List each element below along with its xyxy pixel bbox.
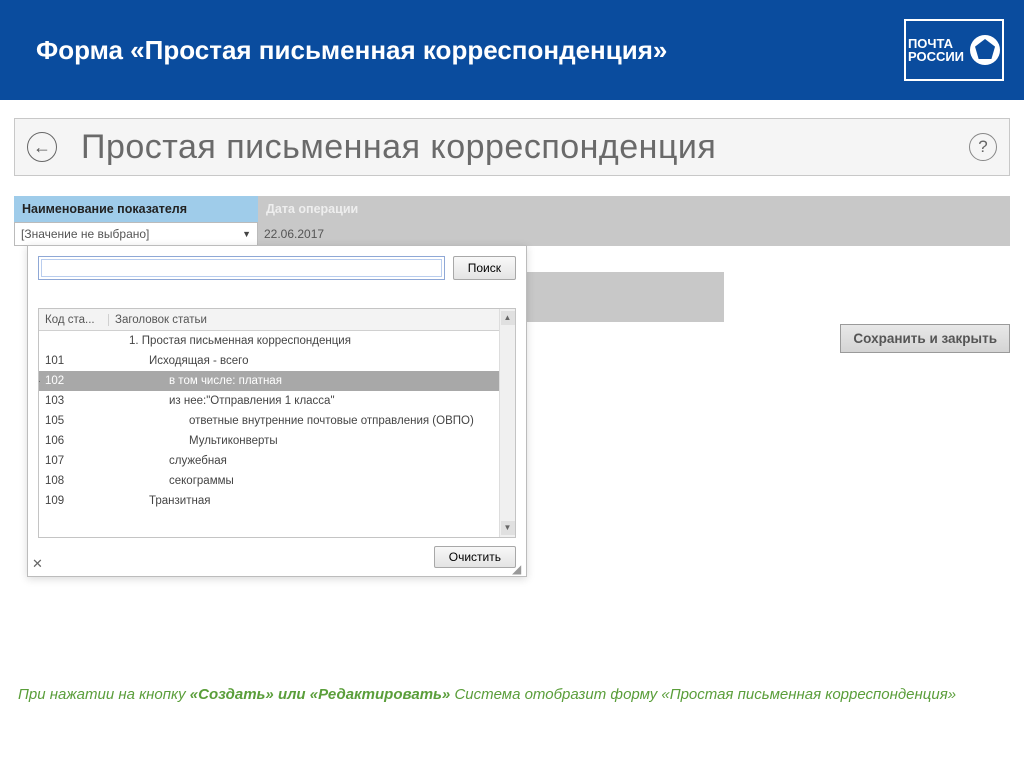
scrollbar[interactable]: ▲ ▼	[499, 309, 515, 537]
table-row[interactable]: 103из нее:"Отправления 1 класса"	[39, 391, 499, 411]
chevron-down-icon: ▼	[242, 229, 251, 239]
indicator-dropdown[interactable]: [Значение не выбрано] ▼	[14, 222, 258, 246]
resize-handle-icon[interactable]: ◢	[512, 562, 524, 574]
cell-code: 106	[39, 435, 109, 447]
arrow-left-icon: ←	[33, 137, 51, 158]
footer-rest: Система отобразит форму «Простая письмен…	[450, 686, 956, 703]
col-header-code[interactable]: Код ста...	[39, 314, 109, 326]
table-row[interactable]: 108секограммы	[39, 471, 499, 491]
footer-prefix: При нажатии на кнопку	[18, 686, 190, 703]
search-input[interactable]	[41, 259, 442, 277]
lookup-popup: Поиск Код ста... Заголовок статьи 1. Про…	[27, 245, 527, 577]
cell-title: служебная	[109, 455, 499, 467]
cell-code: 107	[39, 455, 109, 467]
cell-code: 108	[39, 475, 109, 487]
cell-code: 101	[39, 355, 109, 367]
clear-button[interactable]: Очистить	[434, 546, 516, 568]
table-row[interactable]: 1. Простая письменная корреспонденция	[39, 331, 499, 351]
indicator-label: Наименование показателя	[14, 196, 258, 222]
scroll-up-icon[interactable]: ▲	[501, 311, 515, 325]
cell-code: 105	[39, 415, 109, 427]
table-row[interactable]: 101Исходящая - всего	[39, 351, 499, 371]
cell-title: 1. Простая письменная корреспонденция	[109, 335, 499, 347]
footer-bold: «Создать» или «Редактировать»	[190, 686, 451, 703]
cell-title: Мультиконверты	[109, 435, 499, 447]
help-button[interactable]: ?	[969, 133, 997, 161]
save-and-close-button[interactable]: Сохранить и закрыть	[840, 324, 1010, 353]
cell-title: Исходящая - всего	[109, 355, 499, 367]
table-row[interactable]: ▸102в том числе: платная	[39, 371, 499, 391]
cell-title: ответные внутренние почтовые отправления…	[109, 415, 499, 427]
close-icon[interactable]: ✕	[32, 556, 43, 572]
col-header-title[interactable]: Заголовок статьи	[109, 314, 499, 326]
cell-title: секограммы	[109, 475, 499, 487]
cell-code: 103	[39, 395, 109, 407]
slide-header: Форма «Простая письменная корреспонденци…	[0, 0, 1024, 100]
slide-title: Форма «Простая письменная корреспонденци…	[36, 34, 667, 67]
search-input-wrapper	[38, 256, 445, 280]
cell-title: из нее:"Отправления 1 класса"	[109, 395, 499, 407]
search-button[interactable]: Поиск	[453, 256, 516, 280]
lookup-table: Код ста... Заголовок статьи 1. Простая п…	[38, 308, 516, 538]
table-row[interactable]: 106Мультиконверты	[39, 431, 499, 451]
logo: ПОЧТА РОССИИ	[904, 19, 1004, 81]
table-row[interactable]: 109Транзитная	[39, 491, 499, 511]
row-marker-icon: ▸	[39, 376, 40, 387]
footer-note: При нажатии на кнопку «Создать» или «Ред…	[18, 684, 1006, 705]
date-label: Дата операции	[258, 196, 1010, 222]
back-button[interactable]: ←	[27, 132, 57, 162]
question-icon: ?	[978, 137, 987, 157]
table-row[interactable]: 107служебная	[39, 451, 499, 471]
eagle-emblem-icon	[970, 35, 1000, 65]
table-row[interactable]: 105ответные внутренние почтовые отправле…	[39, 411, 499, 431]
scroll-down-icon[interactable]: ▼	[501, 521, 515, 535]
indicator-value: [Значение не выбрано]	[21, 227, 149, 241]
window-title: Простая письменная корреспонденция	[81, 128, 969, 167]
cell-title: Транзитная	[109, 495, 499, 507]
date-value: 22.06.2017	[264, 227, 324, 241]
date-value-cell: 22.06.2017	[258, 222, 1010, 246]
table-header: Код ста... Заголовок статьи	[39, 309, 499, 331]
cell-code: 102	[39, 375, 109, 387]
cell-code: 109	[39, 495, 109, 507]
logo-text-2: РОССИИ	[908, 50, 964, 63]
cell-title: в том числе: платная	[109, 375, 499, 387]
window-titlebar: ← Простая письменная корреспонденция ?	[14, 118, 1010, 176]
